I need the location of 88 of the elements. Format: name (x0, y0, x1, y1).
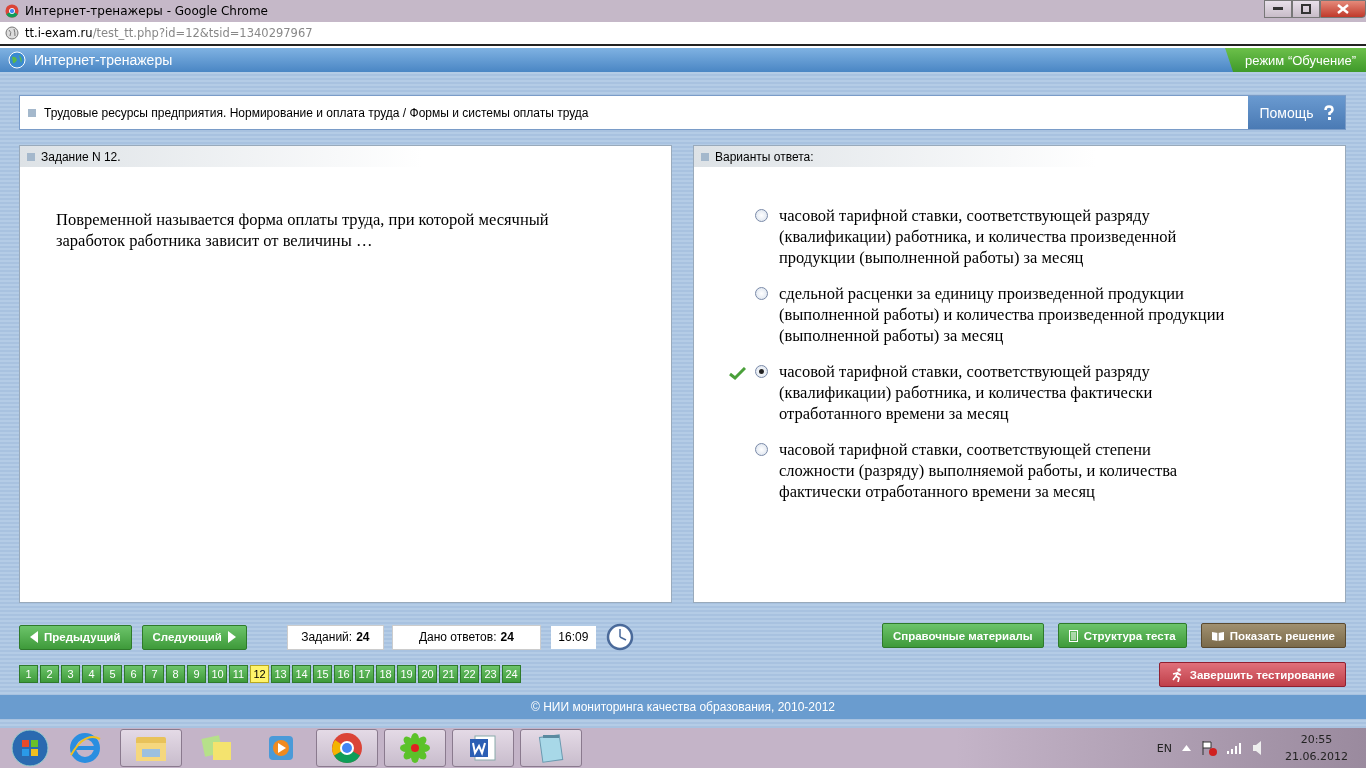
help-button[interactable]: Помощь (1248, 96, 1345, 129)
taskbar-button[interactable] (520, 729, 582, 767)
minimize-icon (1273, 7, 1283, 11)
language-indicator[interactable]: EN (1156, 741, 1172, 755)
chrome-logo-icon[interactable] (331, 732, 363, 764)
browser-e-icon[interactable] (68, 731, 102, 765)
task-number-button[interactable]: 22 (460, 665, 479, 683)
topic-title: Трудовые ресурсы предприятия. Нормирование и оплата труда / Формы и системы оплаты труда (44, 105, 589, 120)
task-number-button[interactable]: 24 (502, 665, 521, 683)
task-number-button[interactable]: 14 (292, 665, 311, 683)
window-title: Интернет-тренажеры - Google Chrome (25, 4, 268, 18)
solution-button[interactable]: Показать решение (1200, 623, 1346, 648)
copyright-text: © НИИ мониторинга качества образования, 2010-2012 (531, 700, 835, 714)
chrome-logo-icon (5, 4, 19, 18)
minimize-button[interactable] (1264, 0, 1292, 18)
answer-option-text: часовой тарифной ставки, соответствующей степени сложности (разряду) выполняемой работы, и количества фактически отработанного времени за месяц (779, 439, 1179, 502)
task-number-button[interactable]: 9 (187, 665, 206, 683)
maximize-button[interactable] (1292, 0, 1320, 18)
finish-button[interactable]: Завершить тестирование (1158, 662, 1346, 687)
mode-label: режим “Обучение” (1225, 48, 1366, 72)
signal-icon[interactable] (1227, 742, 1243, 754)
panel-heading: Варианты ответа: (715, 149, 814, 164)
right-arrow-icon (227, 631, 236, 643)
radio-button[interactable] (755, 365, 768, 378)
media-player-icon[interactable] (266, 733, 296, 763)
book-icon (1211, 630, 1224, 641)
task-number-button[interactable]: 20 (418, 665, 437, 683)
task-number-button[interactable]: 1 (19, 665, 38, 683)
answer-option-text: часовой тарифной ставки, соответствующей разряду (квалификации) работника, и количества фактически отработанного времени за месяц (779, 361, 1154, 424)
task-number-button[interactable]: 2 (40, 665, 59, 683)
task-number-button[interactable]: 15 (313, 665, 332, 683)
task-number-button[interactable]: 8 (166, 665, 185, 683)
task-number-button[interactable]: 6 (124, 665, 143, 683)
task-number-button[interactable]: 13 (271, 665, 290, 683)
up-arrow-icon[interactable] (1182, 745, 1191, 751)
close-icon (1337, 4, 1349, 14)
task-number-button[interactable]: 11 (229, 665, 248, 683)
task-number-button[interactable]: 12 (250, 665, 269, 683)
taskbar-button[interactable] (452, 729, 514, 767)
question-text: Повременной называется форма оплаты труда, при которой месячный заработок работника зависит от величины … (56, 209, 550, 251)
next-button[interactable]: Следующий (141, 624, 247, 650)
answer-option-text: часовой тарифной ставки, соответствующей разряду (квалификации) работника, и количества произведенной продукции (выполненной работы) за месяц (779, 205, 1178, 268)
clock-time[interactable]: 20:55 (1300, 733, 1333, 746)
running-person-icon (1169, 667, 1184, 682)
tasks-counter: Заданий: 24 (286, 624, 384, 650)
globe-icon (5, 26, 19, 40)
timer: 16:09 (550, 625, 596, 649)
address-field[interactable]: tt.i-exam.ru/test_tt.php?id=12&tsid=1340297967 (25, 26, 313, 40)
task-number-button[interactable]: 5 (103, 665, 122, 683)
reference-button[interactable]: Справочные материалы (881, 623, 1044, 648)
word-document-icon[interactable] (467, 732, 499, 764)
radio-button[interactable] (755, 443, 768, 456)
bullet-icon (701, 152, 709, 161)
panel-heading: Задание N 12. (41, 149, 121, 164)
taskbar-button[interactable] (120, 729, 182, 767)
speaker-icon[interactable] (1253, 741, 1263, 755)
task-number-button[interactable]: 3 (61, 665, 80, 683)
previous-button[interactable]: Предыдущий (19, 624, 132, 650)
close-button[interactable] (1320, 0, 1366, 18)
task-number-button[interactable]: 16 (334, 665, 353, 683)
task-number-button[interactable]: 21 (439, 665, 458, 683)
radio-button[interactable] (755, 209, 768, 222)
bullet-icon (28, 108, 36, 117)
clock-date[interactable]: 21.06.2012 (1285, 750, 1348, 763)
answers-counter: Дано ответов: 24 (391, 624, 541, 650)
maximize-icon (1301, 4, 1311, 14)
structure-button[interactable]: Структура теста (1057, 623, 1187, 648)
task-number-button[interactable]: 17 (355, 665, 374, 683)
flower-icon[interactable] (399, 732, 431, 764)
globe-icon (8, 51, 26, 69)
list-icon (1068, 629, 1078, 642)
task-number-button[interactable]: 10 (208, 665, 227, 683)
bullet-icon (27, 152, 35, 161)
task-number-button[interactable]: 23 (481, 665, 500, 683)
radio-button[interactable] (755, 287, 768, 300)
task-number-button[interactable]: 4 (82, 665, 101, 683)
start-button[interactable] (10, 728, 50, 768)
flag-icon[interactable] (1201, 740, 1217, 756)
task-number-button[interactable]: 18 (376, 665, 395, 683)
answer-option-text: сдельной расценки за единицу произведенной продукции (выполненной работы) и количества произведенной продукции (выполненной работы) за месяц (779, 283, 1226, 346)
task-number-button[interactable]: 19 (397, 665, 416, 683)
left-arrow-icon (30, 631, 38, 643)
app-title: Интернет-тренажеры (34, 52, 173, 68)
taskbar-button[interactable] (316, 729, 378, 767)
taskbar-button[interactable] (384, 729, 446, 767)
question-mark-icon (1323, 104, 1334, 121)
task-number-button[interactable]: 7 (145, 665, 164, 683)
clock-icon (605, 623, 634, 651)
